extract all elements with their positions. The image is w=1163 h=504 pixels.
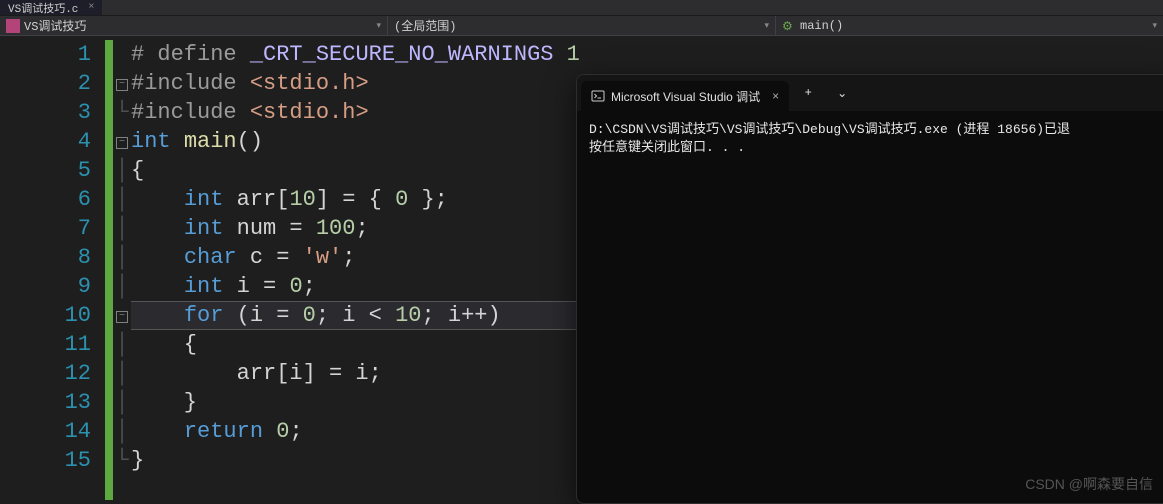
code-line[interactable]: int num = 100; [131,214,580,243]
code-line[interactable]: # define _CRT_SECURE_NO_WARNINGS 1 [131,40,580,69]
nav-file-dropdown[interactable]: VS调试技巧 ▾ [0,16,388,35]
change-indicator [105,40,113,500]
line-number: 7 [0,214,91,243]
workspace: 123456789101112131415 −└−│││││−││││└ # d… [0,36,1163,500]
code-line[interactable]: int i = 0; [131,272,580,301]
code-line[interactable]: #include <stdio.h> [131,69,580,98]
terminal-titlebar[interactable]: Microsoft Visual Studio 调试 × + ⌄ [577,75,1163,111]
chevron-down-icon: ▾ [764,21,769,31]
line-number: 13 [0,388,91,417]
code-line[interactable]: int arr[10] = { 0 }; [131,185,580,214]
terminal-tab[interactable]: Microsoft Visual Studio 调试 × [581,81,789,111]
line-number: 1 [0,40,91,69]
line-number: 6 [0,185,91,214]
file-tab[interactable]: VS调试技巧.c × [0,0,102,15]
file-icon [6,19,20,33]
line-number: 14 [0,417,91,446]
line-number: 2 [0,69,91,98]
gear-icon: ⚙ [782,19,796,33]
code-line[interactable]: { [131,156,580,185]
code-line[interactable]: } [131,446,580,475]
terminal-window[interactable]: Microsoft Visual Studio 调试 × + ⌄ D:\CSDN… [576,74,1163,504]
line-number: 3 [0,98,91,127]
nav-scope-label: (全局范围) [394,17,456,34]
terminal-tab-title: Microsoft Visual Studio 调试 [611,88,760,105]
code-line[interactable]: return 0; [131,417,580,446]
nav-function-dropdown[interactable]: ⚙ main() ▾ [776,16,1163,35]
chevron-down-icon: ⌄ [837,86,847,101]
line-number-gutter: 123456789101112131415 [0,36,105,500]
watermark: CSDN @啊森要自信 [1025,474,1153,494]
navigation-bar: VS调试技巧 ▾ (全局范围) ▾ ⚙ main() ▾ [0,16,1163,36]
fold-toggle[interactable]: − [116,137,128,149]
code-line[interactable]: { [131,330,580,359]
line-number: 12 [0,359,91,388]
code-area[interactable]: # define _CRT_SECURE_NO_WARNINGS 1#inclu… [131,36,580,500]
nav-file-label: VS调试技巧 [24,17,86,34]
file-tab-label: VS调试技巧.c [8,0,78,16]
nav-scope-dropdown[interactable]: (全局范围) ▾ [388,16,776,35]
fold-toggle[interactable]: − [116,311,128,323]
new-tab-button[interactable]: + [793,78,823,108]
line-number: 4 [0,127,91,156]
line-number: 11 [0,330,91,359]
code-line[interactable]: int main() [131,127,580,156]
close-icon[interactable]: × [772,89,779,103]
terminal-output[interactable]: D:\CSDN\VS调试技巧\VS调试技巧\Debug\VS调试技巧.exe (… [577,111,1163,167]
file-tabbar: VS调试技巧.c × [0,0,1163,16]
code-line[interactable]: char c = 'w'; [131,243,580,272]
tab-menu-button[interactable]: ⌄ [827,78,857,108]
fold-column: −└−│││││−││││└ [113,36,131,500]
code-line[interactable]: arr[i] = i; [131,359,580,388]
nav-function-label: main() [800,19,843,33]
line-number: 8 [0,243,91,272]
fold-toggle[interactable]: − [116,79,128,91]
code-line[interactable]: } [131,388,580,417]
line-number: 10 [0,301,91,330]
code-editor[interactable]: 123456789101112131415 −└−│││││−││││└ # d… [0,36,580,500]
line-number: 5 [0,156,91,185]
code-line[interactable]: for (i = 0; i < 10; i++) [131,301,580,330]
chevron-down-icon: ▾ [1152,21,1157,31]
close-icon[interactable]: × [88,2,94,13]
line-number: 9 [0,272,91,301]
chevron-down-icon: ▾ [376,21,381,31]
line-number: 15 [0,446,91,475]
terminal-icon [591,89,605,103]
code-line[interactable]: #include <stdio.h> [131,98,580,127]
